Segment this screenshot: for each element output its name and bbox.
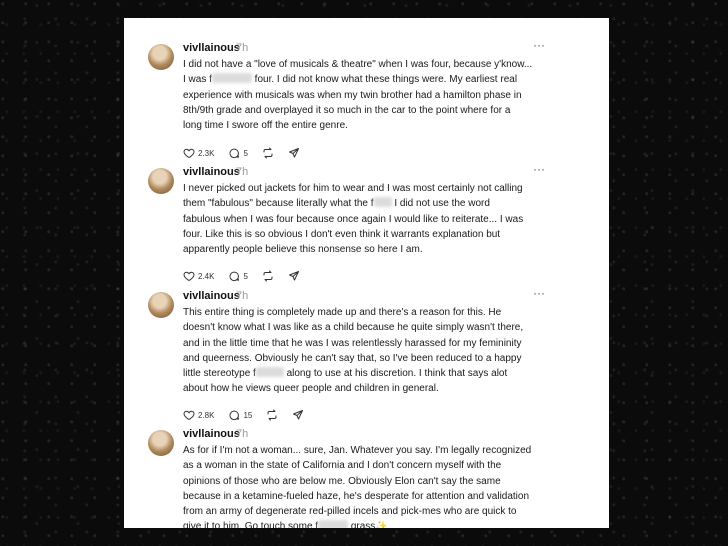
username[interactable]: vivllainous — [183, 290, 240, 302]
post-time: 7h — [236, 428, 249, 440]
post-text: This entire thing is completely made up … — [183, 305, 595, 397]
thread-post: vivllainous 7h ··· This entire thing is … — [124, 280, 609, 421]
avatar[interactable] — [148, 430, 174, 456]
threads-screenshot-card: vivllainous 7h ··· I did not have a "lov… — [124, 18, 609, 528]
avatar[interactable] — [148, 44, 174, 70]
post-text: As for if I'm not a woman... sure, Jan. … — [183, 443, 595, 528]
post-text-part: grass — [348, 521, 376, 528]
thread-post: vivllainous 7h As for if I'm not a woman… — [124, 418, 609, 528]
username[interactable]: vivllainous — [183, 166, 240, 178]
more-icon[interactable]: ··· — [533, 162, 545, 176]
post-text-part: As for if I'm not a woman... sure, Jan. … — [183, 445, 532, 528]
censored-word — [255, 367, 284, 378]
avatar[interactable] — [148, 168, 174, 194]
thread-post: vivllainous 7h ··· I did not have a "lov… — [124, 32, 609, 162]
post-text: I did not have a "love of musicals & the… — [183, 57, 595, 133]
thread-post: vivllainous 7h ··· I never picked out ja… — [124, 156, 609, 282]
post-text: I never picked out jackets for him to we… — [183, 181, 595, 257]
more-icon[interactable]: ··· — [533, 38, 545, 52]
post-time: 7h — [236, 290, 249, 302]
username[interactable]: vivllainous — [183, 42, 240, 54]
avatar[interactable] — [148, 292, 174, 318]
sparkles-icon: ✨ — [375, 521, 388, 528]
post-time: 7h — [236, 42, 249, 54]
post-time: 7h — [236, 166, 249, 178]
censored-word — [373, 197, 392, 208]
username[interactable]: vivllainous — [183, 428, 240, 440]
more-icon[interactable]: ··· — [533, 286, 545, 300]
censored-word — [211, 73, 252, 84]
censored-word — [318, 520, 349, 528]
